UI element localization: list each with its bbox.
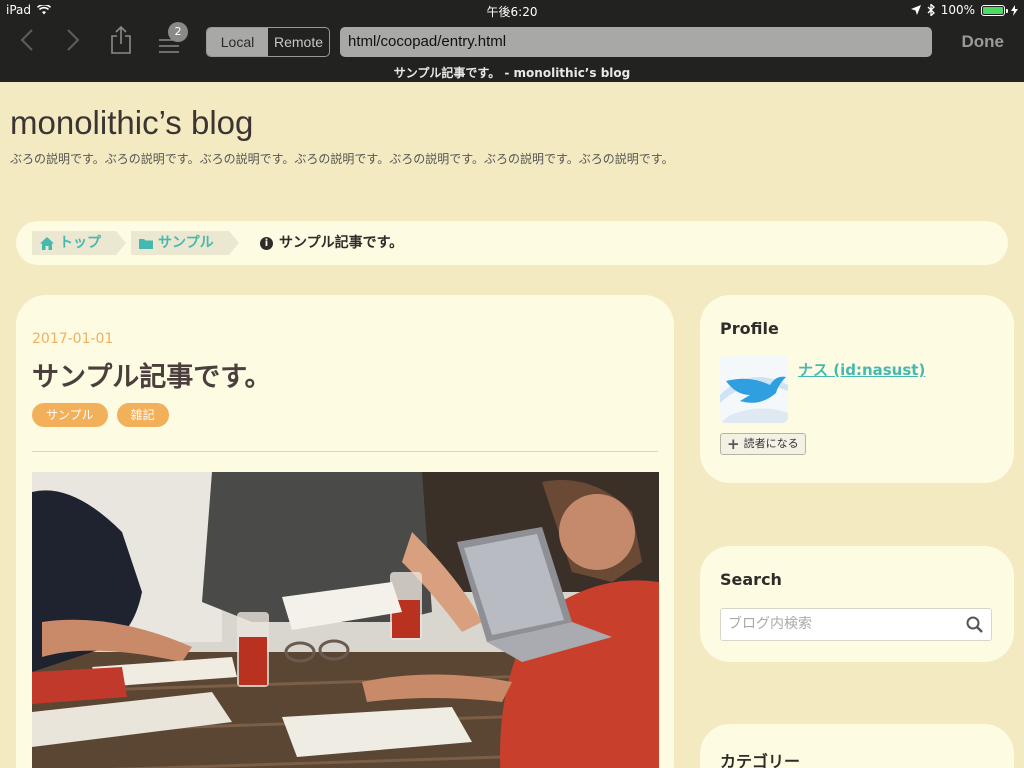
- folder-icon: [139, 238, 153, 249]
- battery-icon: [981, 4, 1008, 16]
- info-icon: i: [260, 236, 273, 250]
- chevron-right-icon: [67, 29, 80, 51]
- plus-icon: +: [727, 435, 740, 453]
- entry-divider: [32, 451, 658, 452]
- search-input[interactable]: ブログ内検索: [720, 608, 992, 641]
- follow-button[interactable]: + 読者になる: [720, 433, 806, 455]
- bird-avatar-image: [720, 355, 788, 423]
- home-icon: [40, 236, 54, 250]
- category-module: カテゴリー: [700, 724, 1014, 768]
- forward-button[interactable]: [58, 29, 88, 55]
- browser-toolbar: 2 Local Remote html/cocopad/entry.html D…: [0, 20, 1024, 82]
- profile-heading: Profile: [720, 319, 779, 338]
- remote-segment[interactable]: Remote: [268, 28, 329, 56]
- profile-name-link[interactable]: ナス (id:nasust): [798, 359, 925, 380]
- breadcrumb: トップ サンプル i サンプル記事です。: [16, 221, 1008, 265]
- entry-title[interactable]: サンプル記事です。: [32, 355, 272, 394]
- local-segment[interactable]: Local: [207, 28, 268, 56]
- location-arrow-icon: [910, 5, 921, 15]
- share-icon: [111, 25, 131, 54]
- entry-photo: [32, 472, 659, 768]
- status-bar: iPad 午後6:20 100%: [0, 0, 1024, 20]
- article-card: 2017-01-01 サンプル記事です。 サンプル 雑記: [16, 295, 674, 768]
- location-segmented-control: Local Remote: [206, 27, 330, 57]
- avatar[interactable]: [720, 355, 788, 423]
- search-module: Search ブログ内検索: [700, 546, 1014, 662]
- tabs-count-badge: 2: [168, 22, 188, 42]
- status-time: 午後6:20: [486, 5, 538, 19]
- breadcrumb-home-label: トップ: [59, 235, 101, 251]
- url-field[interactable]: html/cocopad/entry.html: [340, 27, 932, 57]
- blog-description: ぶろの説明です。ぶろの説明です。ぶろの説明です。ぶろの説明です。ぶろの説明です。…: [10, 152, 674, 166]
- done-button[interactable]: Done: [962, 32, 1005, 52]
- tag-sample[interactable]: サンプル: [32, 403, 108, 427]
- entry-date[interactable]: 2017-01-01: [32, 331, 113, 347]
- category-heading: カテゴリー: [720, 752, 801, 768]
- status-right: 100%: [910, 3, 1018, 17]
- battery-percent: 100%: [940, 3, 975, 17]
- tag-misc[interactable]: 雑記: [116, 403, 169, 427]
- breadcrumb-category-label: サンプル: [158, 235, 214, 251]
- breadcrumb-current: i サンプル記事です。: [260, 231, 403, 255]
- page-title: サンプル記事です。 - monolithic’s blog: [393, 66, 631, 80]
- battery-level: [983, 6, 1003, 14]
- meeting-photo: [32, 472, 659, 768]
- entry-tags: サンプル 雑記: [32, 403, 169, 427]
- back-button[interactable]: [12, 29, 42, 55]
- follow-button-label: 読者になる: [743, 437, 799, 450]
- blog-title[interactable]: monolithic’s blog: [10, 104, 253, 142]
- search-heading: Search: [720, 570, 782, 589]
- breadcrumb-current-label: サンプル記事です。: [279, 235, 404, 251]
- breadcrumb-home[interactable]: トップ: [32, 231, 126, 255]
- share-button[interactable]: [110, 25, 136, 56]
- profile-module: Profile ナス (id:nasust) + 読者になる: [700, 295, 1014, 483]
- search-placeholder: ブログ内検索: [728, 616, 812, 632]
- chevron-left-icon: [20, 29, 33, 51]
- tabs-button[interactable]: 2: [158, 22, 192, 58]
- breadcrumb-category[interactable]: サンプル: [131, 231, 239, 255]
- search-icon[interactable]: [965, 615, 985, 635]
- bluetooth-icon: [927, 4, 935, 16]
- charging-icon: [1011, 4, 1018, 16]
